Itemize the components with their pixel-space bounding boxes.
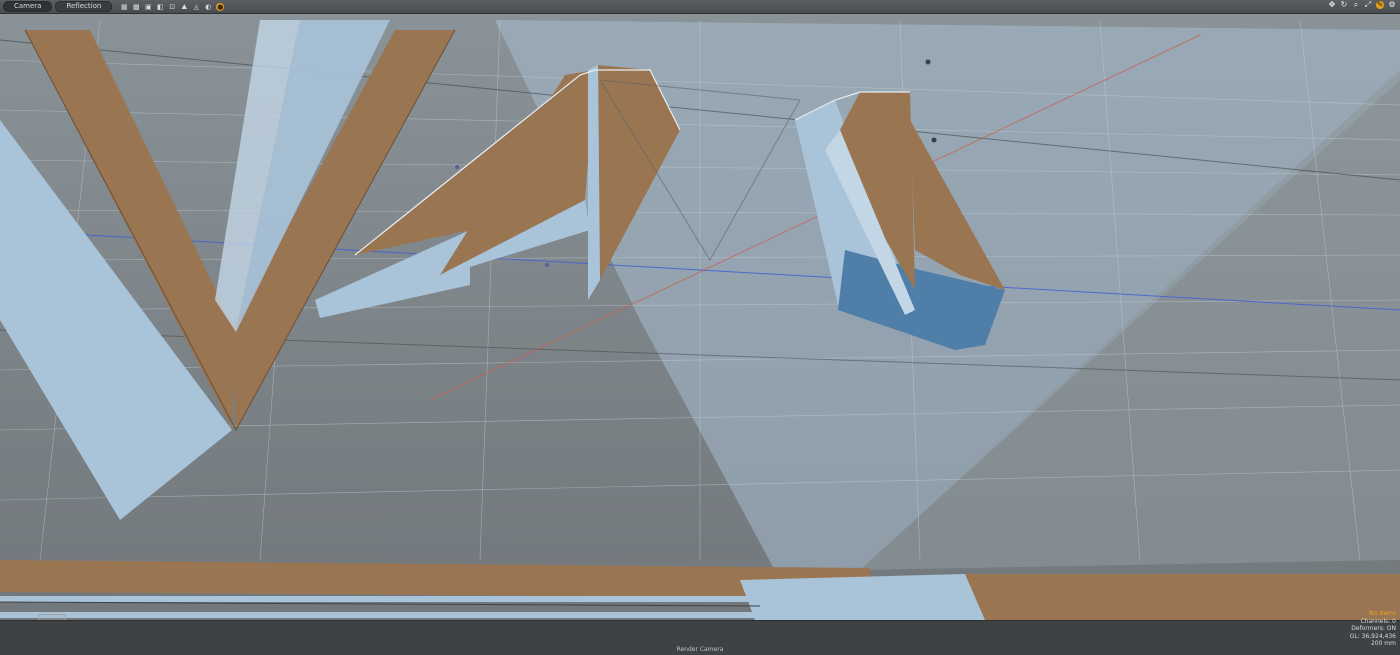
zoom-icon[interactable]: ⌕ bbox=[1352, 1, 1360, 9]
fit-icon[interactable]: ⤢ bbox=[1364, 1, 1372, 9]
material-icon[interactable]: ◬ bbox=[192, 3, 200, 11]
mountain-icon[interactable]: ⛰ bbox=[180, 3, 188, 11]
rotate-icon[interactable]: ↻ bbox=[1340, 1, 1348, 9]
gl-readout: GL: 36,924,436 bbox=[1349, 632, 1396, 640]
deformers-readout: Deformers: ON bbox=[1351, 625, 1396, 632]
texture-icon[interactable]: ⊡ bbox=[168, 3, 176, 11]
settings-icon[interactable]: ⚙ bbox=[1388, 1, 1396, 9]
grid-dense-icon[interactable]: ▩ bbox=[132, 3, 140, 11]
marker-dot bbox=[455, 165, 459, 169]
navigation-icons: ✥ ↻ ⌕ ⤢ ✎ ⚙ bbox=[1328, 1, 1396, 9]
pan-icon[interactable]: ✎ bbox=[1376, 1, 1384, 9]
render-camera-label: Render Camera bbox=[676, 646, 724, 653]
channels-readout: Channels: 0 bbox=[1360, 617, 1396, 625]
view-icons: ▦ ▩ ▣ ◧ ⊡ ⛰ ◬ ◐ ● bbox=[120, 2, 225, 11]
tab-camera[interactable]: Camera bbox=[3, 1, 53, 12]
move-icon[interactable]: ✥ bbox=[1328, 1, 1336, 9]
viewport-info-panel: No Items Channels: 0 Deformers: ON GL: 3… bbox=[1350, 610, 1396, 648]
viewport-scene bbox=[0, 14, 1400, 620]
bulb-icon[interactable]: ◐ bbox=[204, 3, 212, 11]
scale-readout: 200 mm bbox=[1370, 640, 1396, 647]
3d-viewport[interactable] bbox=[0, 14, 1400, 620]
marker-dot bbox=[545, 263, 549, 267]
shaded-icon[interactable]: ◧ bbox=[156, 3, 164, 11]
render-icon[interactable]: ● bbox=[216, 2, 225, 11]
tab-reflection[interactable]: Reflection bbox=[55, 1, 113, 12]
wireframe-icon[interactable]: ▣ bbox=[144, 3, 152, 11]
grid-icon[interactable]: ▦ bbox=[120, 3, 128, 11]
no-items-label: No Items bbox=[1369, 610, 1396, 617]
marker-dot bbox=[925, 59, 931, 65]
viewport-status-bar: Render Camera bbox=[0, 620, 1400, 655]
marker-dot bbox=[931, 137, 937, 143]
viewport-toolbar: Camera Reflection ▦ ▩ ▣ ◧ ⊡ ⛰ ◬ ◐ ● ✥ ↻ … bbox=[0, 0, 1400, 14]
